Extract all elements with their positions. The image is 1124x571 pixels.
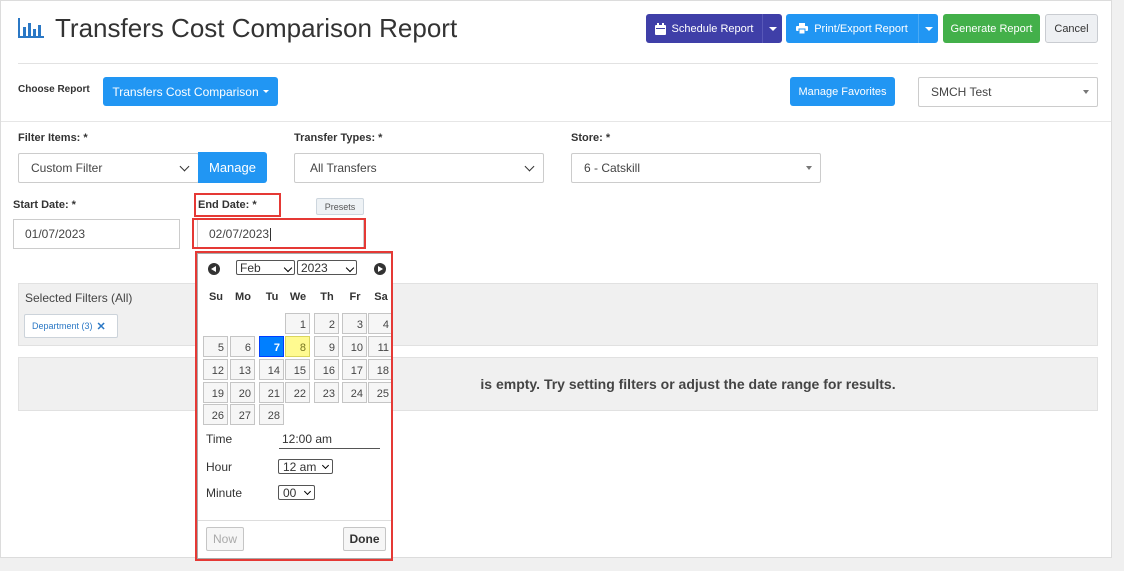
- start-date-label: Start Date: *: [13, 199, 76, 211]
- transfer-types-value: All Transfers: [310, 161, 377, 175]
- filter-items-value: Custom Filter: [31, 161, 103, 175]
- filter-items-select[interactable]: Custom Filter: [18, 153, 199, 183]
- store-label: Store: *: [571, 132, 611, 144]
- favorites-select[interactable]: SMCH Test: [918, 77, 1098, 107]
- store-select[interactable]: 6 - Catskill: [571, 153, 821, 183]
- divider: [1, 121, 1111, 122]
- chevron-down-icon: [524, 161, 535, 172]
- empty-message: is empty. Try setting filters or adjust …: [480, 376, 896, 392]
- manage-favorites-button[interactable]: Manage Favorites: [790, 77, 895, 106]
- caret-down-icon: [924, 26, 933, 31]
- cancel-button[interactable]: Cancel: [1045, 14, 1098, 43]
- page-title: Transfers Cost Comparison Report: [55, 13, 458, 43]
- schedule-report-dropdown[interactable]: [762, 14, 782, 43]
- print-export-button[interactable]: Print/Export Report: [786, 14, 918, 43]
- caret-down-icon: [768, 26, 777, 31]
- store-value: 6 - Catskill: [584, 161, 641, 175]
- report-page: Transfers Cost Comparison Report Schedul…: [0, 0, 1112, 561]
- schedule-report-label: Schedule Report: [671, 22, 754, 35]
- close-icon[interactable]: ✕: [97, 320, 106, 333]
- highlight-end-date-label: [194, 193, 281, 217]
- selected-filters-title: Selected Filters (All): [25, 291, 133, 305]
- manage-filter-button[interactable]: Manage: [198, 152, 267, 183]
- print-export-dropdown[interactable]: [918, 14, 938, 43]
- filter-chip-department[interactable]: Department (3) ✕: [24, 314, 118, 338]
- filter-items-label: Filter Items: *: [18, 132, 88, 144]
- start-date-input[interactable]: 01/07/2023: [13, 219, 180, 249]
- transfer-types-label: Transfer Types: *: [294, 132, 383, 144]
- choose-report-label: Choose Report: [18, 84, 90, 95]
- selected-filters-panel: [18, 283, 1098, 346]
- chevron-down-icon: [179, 161, 190, 172]
- bar-chart-icon: [18, 18, 44, 38]
- calendar-icon: [654, 22, 666, 35]
- choose-report-value: Transfers Cost Comparison: [112, 84, 259, 99]
- caret-down-icon: [262, 90, 269, 93]
- highlight-end-date-input: [192, 218, 366, 249]
- printer-icon: [796, 23, 809, 34]
- highlight-datepicker: [195, 251, 393, 561]
- choose-report-dropdown[interactable]: Transfers Cost Comparison: [103, 77, 278, 106]
- schedule-report-button[interactable]: Schedule Report: [646, 14, 762, 43]
- caret-down-icon: [1083, 90, 1089, 94]
- transfer-types-select[interactable]: All Transfers: [294, 153, 544, 183]
- divider: [18, 63, 1098, 64]
- favorites-select-value: SMCH Test: [931, 85, 992, 99]
- filter-chip-label: Department (3): [32, 321, 93, 331]
- generate-report-button[interactable]: Generate Report: [943, 14, 1040, 43]
- caret-down-icon: [806, 166, 812, 170]
- presets-button[interactable]: Presets: [316, 198, 364, 215]
- print-export-label: Print/Export Report: [814, 22, 908, 35]
